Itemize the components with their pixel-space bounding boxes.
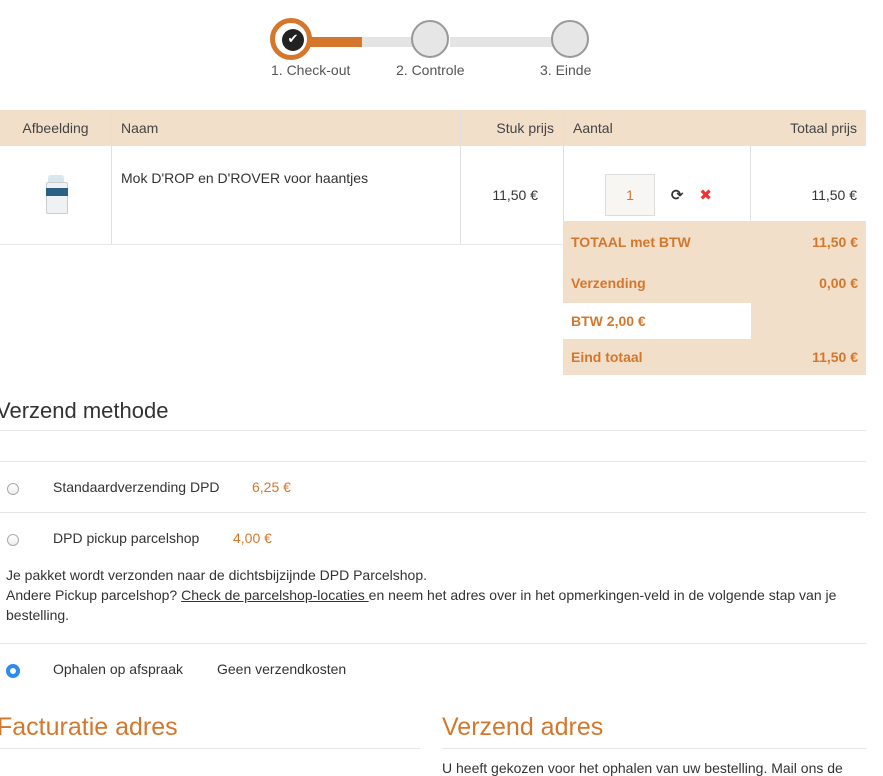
divider bbox=[442, 748, 866, 749]
order-totals: TOTAAL met BTW 11,50 € Verzending 0,00 €… bbox=[563, 221, 866, 375]
pickup-note-pre: Andere Pickup parcelshop? bbox=[6, 587, 182, 603]
shipping-radio-standard[interactable] bbox=[7, 483, 19, 495]
divider bbox=[0, 643, 866, 644]
header-total-price: Totaal prijs bbox=[750, 110, 866, 146]
refresh-icon[interactable]: ⟳ bbox=[671, 186, 684, 204]
cart-header-row: Afbeelding Naam Stuk prijs Aantal Totaal… bbox=[0, 110, 866, 146]
product-unit-price: 11,50 € bbox=[460, 146, 564, 245]
divider bbox=[0, 461, 866, 462]
step-1-label: 1. Check-out bbox=[271, 62, 351, 78]
shipping-option-label[interactable]: Standaardverzending DPD bbox=[53, 479, 220, 495]
vat-label: BTW bbox=[571, 313, 603, 329]
quantity-input[interactable]: 1 bbox=[605, 174, 655, 216]
shipping-label: Verzending bbox=[571, 274, 646, 291]
shipping-radio-pickup[interactable] bbox=[7, 534, 19, 546]
divider bbox=[0, 512, 866, 513]
step-2-circle bbox=[411, 20, 449, 58]
grand-total-label: Eind totaal bbox=[571, 349, 643, 365]
grand-total-row: Eind totaal 11,50 € bbox=[563, 339, 866, 375]
delivery-address-title: Verzend adres bbox=[442, 713, 604, 741]
step-3-label: 3. Einde bbox=[540, 62, 592, 78]
shipping-option-price: 6,25 € bbox=[252, 479, 291, 495]
shipping-method-title: Verzend methode bbox=[0, 398, 169, 423]
shipping-option-label[interactable]: DPD pickup parcelshop bbox=[53, 530, 199, 546]
header-quantity: Aantal bbox=[563, 110, 750, 146]
product-image[interactable] bbox=[43, 174, 69, 216]
step-1-circle: ✔ bbox=[270, 18, 312, 60]
vat-value: 2,00 € bbox=[606, 313, 646, 329]
grand-total-value: 11,50 € bbox=[812, 349, 858, 365]
product-name: Mok D'ROP en D'ROVER voor haantjes bbox=[111, 146, 461, 245]
total-incl-value: 11,50 € bbox=[812, 233, 858, 250]
divider bbox=[0, 748, 420, 749]
divider bbox=[0, 430, 866, 431]
delivery-address-text: U heeft gekozen voor het ophalen van uw … bbox=[442, 760, 843, 776]
shipping-option-price: 4,00 € bbox=[233, 530, 272, 546]
shipping-option-label[interactable]: Ophalen op afspraak bbox=[53, 661, 183, 677]
vat-row: BTW 2,00 € bbox=[563, 303, 866, 339]
billing-address-title: Facturatie adres bbox=[0, 713, 178, 741]
total-incl-row: TOTAAL met BTW 11,50 € bbox=[563, 221, 866, 262]
pickup-note-line1: Je pakket wordt verzonden naar de dichts… bbox=[6, 567, 428, 583]
shipping-row: Verzending 0,00 € bbox=[563, 262, 866, 303]
shipping-value: 0,00 € bbox=[819, 274, 858, 291]
step-3-circle bbox=[551, 20, 589, 58]
checkout-stepper: ✔ 1. Check-out 2. Controle 3. Einde bbox=[0, 0, 883, 100]
checkmark-icon: ✔ bbox=[282, 29, 304, 51]
header-image: Afbeelding bbox=[0, 110, 112, 146]
pickup-note: Je pakket wordt verzonden naar de dichts… bbox=[6, 565, 866, 625]
shipping-option-price: Geen verzendkosten bbox=[217, 661, 347, 677]
header-unit-price: Stuk prijs bbox=[460, 110, 564, 146]
total-incl-label: TOTAAL met BTW bbox=[571, 233, 691, 250]
header-name: Naam bbox=[111, 110, 461, 146]
step-2-label: 2. Controle bbox=[396, 62, 465, 78]
shipping-radio-appointment[interactable] bbox=[6, 664, 20, 678]
remove-icon[interactable]: ✖ bbox=[699, 186, 712, 204]
product-image-cell bbox=[0, 146, 112, 245]
parcelshop-locations-link[interactable]: Check de parcelshop-locaties bbox=[181, 587, 369, 603]
